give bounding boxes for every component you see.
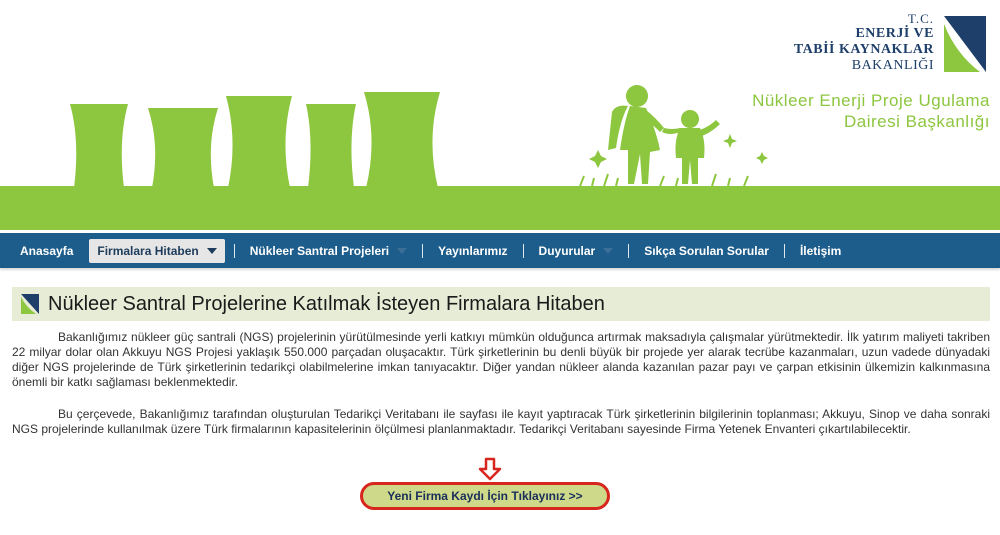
nav-item-yayinlarimiz[interactable]: Yayınlarımız bbox=[432, 239, 513, 263]
chevron-down-icon bbox=[397, 247, 408, 254]
department-line2: Dairesi Başkanlığı bbox=[843, 112, 990, 131]
main-navigation: Anasayfa Firmalara Hitaben Nükleer Santr… bbox=[0, 230, 1000, 268]
page-heading-bar: Nükleer Santral Projelerine Katılmak İst… bbox=[12, 287, 990, 321]
department-line1: Nükleer Enerji Proje Ugulama bbox=[752, 91, 990, 110]
logo-tc: T.C. bbox=[907, 11, 934, 26]
nav-label: Sıkça Sorulan Sorular bbox=[644, 243, 769, 258]
nav-item-duyurular[interactable]: Duyurular bbox=[533, 239, 620, 263]
nav-item-firmalara-hitaben[interactable]: Firmalara Hitaben bbox=[89, 238, 225, 263]
nav-item-sikca-sorulan-sorular[interactable]: Sıkça Sorulan Sorular bbox=[638, 239, 775, 263]
cta-label: Yeni Firma Kaydı İçin Tıklayınız >> bbox=[387, 489, 583, 503]
logo-line2: TABİİ KAYNAKLAR bbox=[793, 42, 934, 57]
nav-separator bbox=[522, 243, 524, 258]
nav-label: Anasayfa bbox=[20, 243, 74, 258]
nav-separator bbox=[233, 243, 235, 258]
department-title: Nükleer Enerji Proje Ugulama Dairesi Baş… bbox=[752, 90, 990, 132]
nav-label: Duyurular bbox=[538, 243, 596, 258]
nav-item-nukleer-santral-projeleri[interactable]: Nükleer Santral Projeleri bbox=[244, 239, 413, 263]
body-paragraph-2: Bu çerçevede, Bakanlığımız tarafından ol… bbox=[12, 407, 990, 436]
ministry-small-logo-icon bbox=[21, 294, 39, 314]
nav-separator bbox=[783, 243, 785, 258]
nav-label: İletişim bbox=[799, 243, 842, 258]
page-title: Nükleer Santral Projelerine Katılmak İst… bbox=[48, 292, 605, 315]
nav-item-iletisim[interactable]: İletişim bbox=[794, 239, 847, 263]
nav-label: Nükleer Santral Projeleri bbox=[249, 243, 390, 258]
page-body: Bakanlığımız nükleer güç santrali (NGS) … bbox=[12, 330, 990, 454]
nav-item-anasayfa[interactable]: Anasayfa bbox=[14, 239, 79, 263]
nav-label: Yayınlarımız bbox=[438, 243, 508, 258]
body-paragraph-1: Bakanlığımız nükleer güç santrali (NGS) … bbox=[12, 330, 990, 389]
chevron-down-icon bbox=[603, 247, 614, 254]
ministry-name: T.C. ENERJİ VE TABİİ KAYNAKLAR BAKANLIĞI bbox=[794, 12, 934, 74]
nav-separator bbox=[628, 243, 630, 258]
chevron-down-icon bbox=[206, 247, 217, 254]
logo-line1: ENERJİ VE bbox=[855, 26, 934, 41]
new-firm-registration-button[interactable]: Yeni Firma Kaydı İçin Tıklayınız >> bbox=[360, 482, 610, 510]
nav-separator bbox=[422, 243, 424, 258]
nav-label: Firmalara Hitaben bbox=[97, 243, 199, 258]
ministry-logo-icon[interactable] bbox=[942, 14, 988, 74]
logo-line3: BAKANLIĞI bbox=[851, 58, 934, 73]
site-header: T.C. ENERJİ VE TABİİ KAYNAKLAR BAKANLIĞI… bbox=[0, 0, 1000, 230]
arrow-down-icon bbox=[478, 457, 502, 481]
